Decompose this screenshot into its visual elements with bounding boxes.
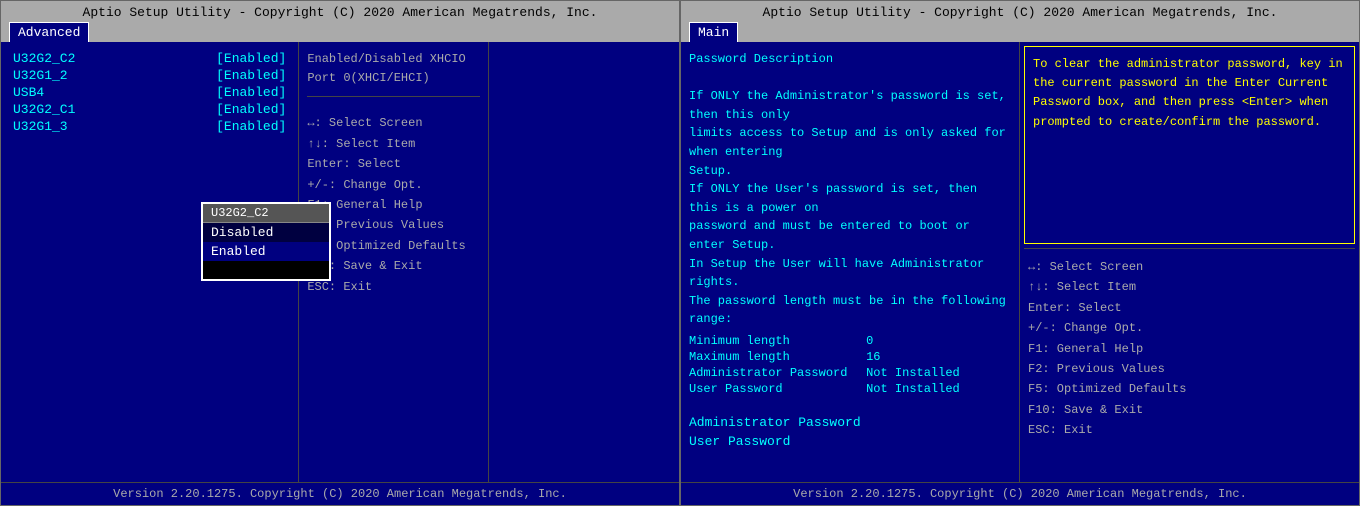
dropdown-option-disabled[interactable]: Disabled xyxy=(203,223,329,242)
dropdown-title: U32G2_C2 xyxy=(203,204,329,223)
password-description-block: Password Description If ONLY the Adminis… xyxy=(689,50,1011,329)
right-header: Aptio Setup Utility - Copyright (C) 2020… xyxy=(681,1,1359,22)
pwd-desc-line5: If ONLY the User's password is set, then… xyxy=(689,180,1011,217)
hint-esc: ESC: Exit xyxy=(307,277,480,297)
pwd-desc-line2: If ONLY the Administrator's password is … xyxy=(689,87,1011,124)
right-description-text: To clear the administrator password, key… xyxy=(1033,55,1346,132)
right-hint-esc: ESC: Exit xyxy=(1028,420,1351,440)
right-left-panel: Password Description If ONLY the Adminis… xyxy=(681,42,1020,482)
left-footer: Version 2.20.1275. Copyright (C) 2020 Am… xyxy=(1,482,679,505)
pwd-user-label: User Password xyxy=(689,382,866,396)
left-tab-bar: Advanced xyxy=(1,22,679,42)
right-body: Password Description If ONLY the Adminis… xyxy=(681,42,1359,482)
left-menu-panel: U32G2_C2 [Enabled] U32G1_2 [Enabled] USB… xyxy=(1,42,299,482)
left-description: Enabled/Disabled XHCIO Port 0(XHCI/EHCI) xyxy=(307,50,480,97)
right-keyboard-hints-container: ↔: Select Screen ↑↓: Select Item Enter: … xyxy=(1020,249,1359,482)
pwd-admin-label: Administrator Password xyxy=(689,366,866,380)
hint-enter: Enter: Select xyxy=(307,154,480,174)
right-hint-f1: F1: General Help xyxy=(1028,339,1351,359)
menu-item-u32g2c1[interactable]: U32G2_C1 [Enabled] xyxy=(9,101,290,118)
left-screen: Aptio Setup Utility - Copyright (C) 2020… xyxy=(0,0,680,506)
pwd-desc-line8: The password length must be in the follo… xyxy=(689,292,1011,329)
left-header: Aptio Setup Utility - Copyright (C) 2020… xyxy=(1,1,679,22)
right-hint-f2: F2: Previous Values xyxy=(1028,359,1351,379)
right-hint-enter: Enter: Select xyxy=(1028,298,1351,318)
pwd-max-label: Maximum length xyxy=(689,350,866,364)
hint-f5: F5: Optimized Defaults xyxy=(307,236,480,256)
pwd-desc-line1 xyxy=(689,69,1011,88)
hint-f1: F1: General Help xyxy=(307,195,480,215)
pwd-row-user: User Password Not Installed xyxy=(689,381,1011,397)
right-hint-change-opt: +/-: Change Opt. xyxy=(1028,318,1351,338)
item-name-u32g12: U32G1_2 xyxy=(13,68,68,83)
pwd-desc-line0: Password Description xyxy=(689,50,1011,69)
hint-change-opt: +/-: Change Opt. xyxy=(307,175,480,195)
hint-f2: F2: Previous Values xyxy=(307,215,480,235)
right-description-box: To clear the administrator password, key… xyxy=(1024,46,1355,244)
right-right-area: To clear the administrator password, key… xyxy=(1020,42,1359,482)
right-hint-f5: F5: Optimized Defaults xyxy=(1028,379,1351,399)
tab-advanced[interactable]: Advanced xyxy=(9,22,89,42)
right-tab-bar: Main xyxy=(681,22,1359,42)
item-value-u32g2c2: [Enabled] xyxy=(216,51,286,66)
pwd-desc-line6: password and must be entered to boot or … xyxy=(689,217,1011,254)
dropdown-u32g2c2: U32G2_C2 Disabled Enabled xyxy=(201,202,331,281)
menu-item-usb4[interactable]: USB4 [Enabled] xyxy=(9,84,290,101)
password-links: Administrator Password User Password xyxy=(689,413,1011,451)
admin-password-link[interactable]: Administrator Password xyxy=(689,413,1011,432)
left-right-panel xyxy=(489,42,679,482)
pwd-user-value: Not Installed xyxy=(866,382,1011,396)
pwd-max-value: 16 xyxy=(866,350,1011,364)
right-keyboard-hints: ↔: Select Screen ↑↓: Select Item Enter: … xyxy=(1028,257,1351,441)
item-name-usb4: USB4 xyxy=(13,85,44,100)
pwd-min-value: 0 xyxy=(866,334,1011,348)
right-hint-select-item: ↑↓: Select Item xyxy=(1028,277,1351,297)
item-value-u32g2c1: [Enabled] xyxy=(216,102,286,117)
pwd-desc-line4: Setup. xyxy=(689,162,1011,181)
right-screen: Aptio Setup Utility - Copyright (C) 2020… xyxy=(680,0,1360,506)
pwd-row-max: Maximum length 16 xyxy=(689,349,1011,365)
user-password-link[interactable]: User Password xyxy=(689,432,1011,451)
item-name-u32g2c1: U32G2_C1 xyxy=(13,102,75,117)
left-keyboard-hints: ↔: Select Screen ↑↓: Select Item Enter: … xyxy=(307,113,480,297)
item-value-usb4: [Enabled] xyxy=(216,85,286,100)
pwd-row-admin: Administrator Password Not Installed xyxy=(689,365,1011,381)
left-body: U32G2_C2 [Enabled] U32G1_2 [Enabled] USB… xyxy=(1,42,679,482)
password-table: Minimum length 0 Maximum length 16 Admin… xyxy=(689,333,1011,397)
right-hint-f10: F10: Save & Exit xyxy=(1028,400,1351,420)
menu-item-u32g13[interactable]: U32G1_3 [Enabled] xyxy=(9,118,290,135)
item-name-u32g13: U32G1_3 xyxy=(13,119,68,134)
pwd-admin-value: Not Installed xyxy=(866,366,1011,380)
pwd-min-label: Minimum length xyxy=(689,334,866,348)
item-name-u32g2c2: U32G2_C2 xyxy=(13,51,75,66)
dropdown-option-enabled[interactable]: Enabled xyxy=(203,242,329,261)
pwd-desc-line7: In Setup the User will have Administrato… xyxy=(689,255,1011,292)
right-hint-select-screen: ↔: Select Screen xyxy=(1028,257,1351,277)
menu-item-u32g12[interactable]: U32G1_2 [Enabled] xyxy=(9,67,290,84)
right-footer: Version 2.20.1275. Copyright (C) 2020 Am… xyxy=(681,482,1359,505)
tab-main[interactable]: Main xyxy=(689,22,738,42)
item-value-u32g13: [Enabled] xyxy=(216,119,286,134)
hint-select-item: ↑↓: Select Item xyxy=(307,134,480,154)
item-value-u32g12: [Enabled] xyxy=(216,68,286,83)
pwd-desc-line3: limits access to Setup and is only asked… xyxy=(689,124,1011,161)
pwd-row-min: Minimum length 0 xyxy=(689,333,1011,349)
hint-select-screen: ↔: Select Screen xyxy=(307,113,480,133)
hint-f10: F10: Save & Exit xyxy=(307,256,480,276)
menu-item-u32g2c2[interactable]: U32G2_C2 [Enabled] xyxy=(9,50,290,67)
